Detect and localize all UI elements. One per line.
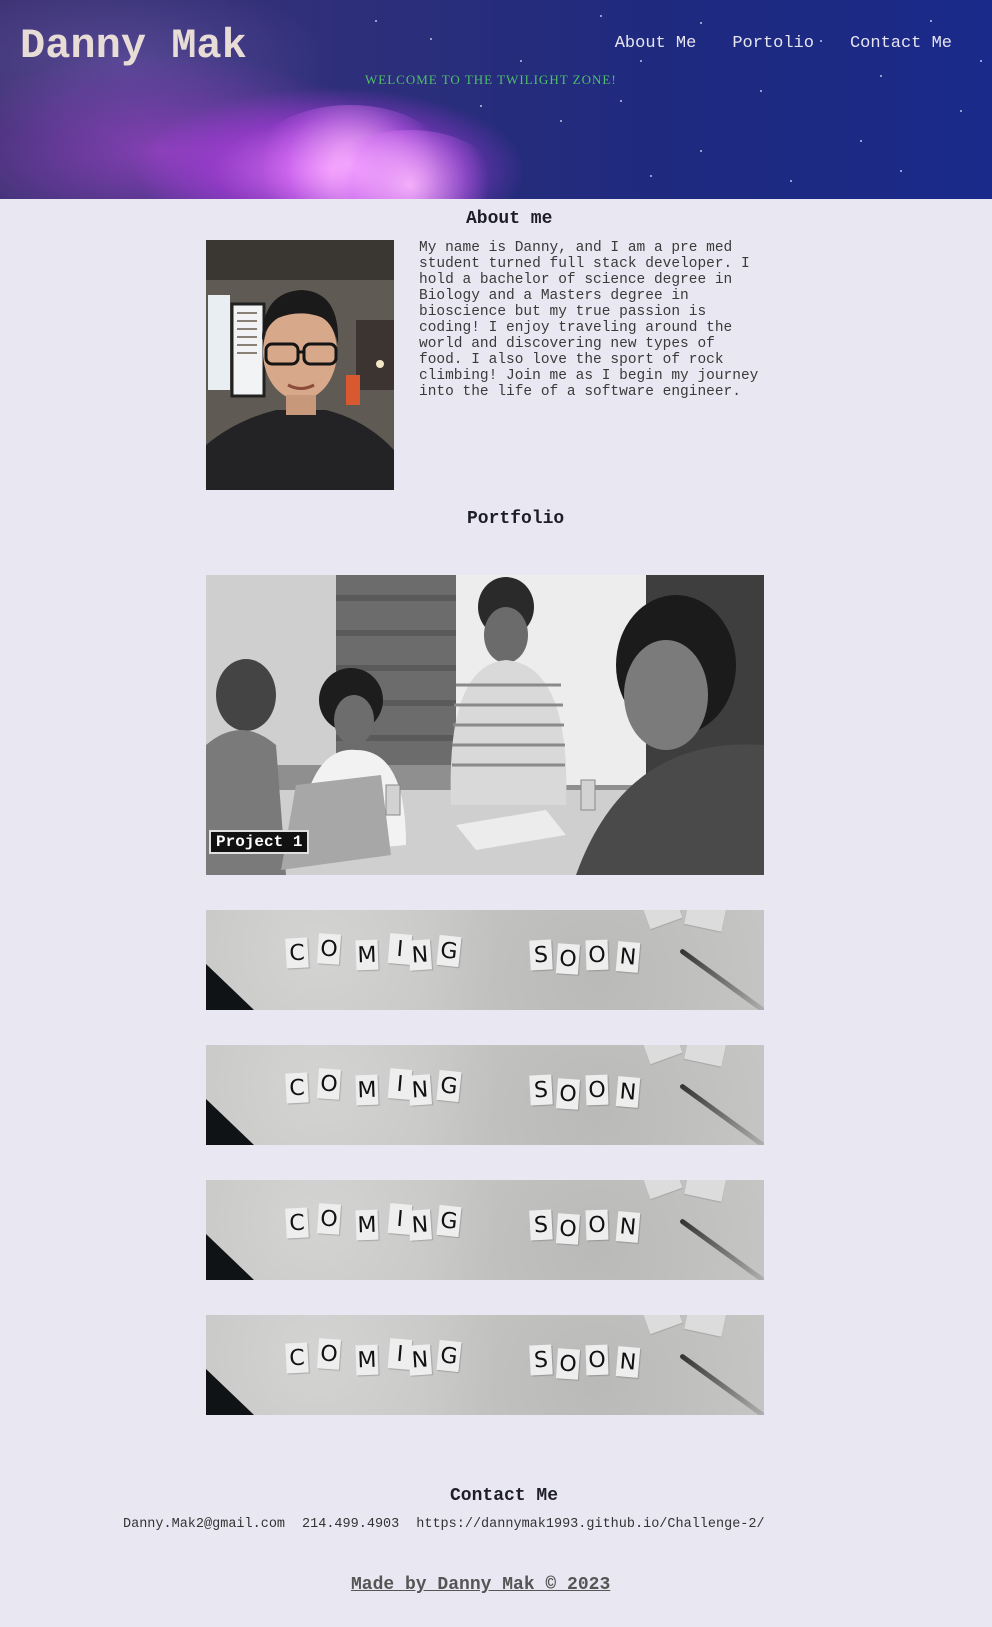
star: [980, 60, 982, 62]
nav-link-about[interactable]: About Me: [615, 34, 697, 53]
book-corner: [206, 964, 254, 1010]
project-1-card[interactable]: Project 1: [206, 575, 764, 875]
letter-tile: O: [585, 1344, 609, 1376]
paper-scrap: [684, 1045, 726, 1067]
book-corner: [206, 1099, 254, 1145]
letter-tile: G: [436, 1204, 462, 1238]
coming-soon-card-1[interactable]: COMINGSOON: [206, 910, 764, 1010]
letter-tile: C: [285, 1342, 309, 1374]
paper-scrap: [643, 1315, 683, 1335]
about-heading: About me: [466, 209, 553, 229]
star: [480, 105, 482, 107]
letter-tile: O: [555, 1348, 581, 1380]
paper-scrap: [643, 1045, 683, 1065]
letter-tile: O: [316, 1338, 342, 1370]
letter-tile: N: [407, 939, 433, 971]
site-title: Danny Mak: [20, 22, 247, 70]
scissors: [679, 1353, 764, 1415]
letter-tile: O: [316, 1068, 342, 1100]
nav-link-contact[interactable]: Contact Me: [850, 34, 952, 53]
star: [860, 140, 862, 142]
paper-scrap: [643, 910, 683, 930]
letter-tile: O: [316, 1203, 342, 1235]
letter-tile: G: [436, 1069, 462, 1103]
star: [560, 120, 562, 122]
letter-tile: S: [529, 1344, 553, 1376]
letter-tile: S: [529, 1074, 553, 1106]
paper-scrap: [684, 1180, 726, 1202]
paper-scrap: [643, 1180, 683, 1200]
letter-tile: O: [585, 939, 609, 971]
letter-tile: N: [615, 1076, 641, 1108]
contact-email[interactable]: Danny.Mak2@gmail.com: [123, 1517, 285, 1532]
letter-tile: G: [436, 934, 462, 968]
star: [600, 15, 602, 17]
star: [700, 22, 702, 24]
letter-tile: M: [355, 1344, 379, 1376]
coming-soon-card-4[interactable]: COMINGSOON: [206, 1315, 764, 1415]
tagline: WELCOME TO THE TWILIGHT ZONE!: [365, 72, 617, 87]
contact-heading: Contact Me: [450, 1486, 559, 1506]
site-header: Danny Mak About Me Portolio Contact Me W…: [0, 0, 992, 199]
star: [700, 150, 702, 152]
letter-tile: M: [355, 1074, 379, 1106]
letter-tile: O: [555, 943, 581, 975]
scissors: [679, 1218, 764, 1280]
star: [375, 20, 377, 22]
coming-soon-card-3[interactable]: COMINGSOON: [206, 1180, 764, 1280]
contact-phone[interactable]: 214.499.4903: [302, 1517, 399, 1532]
letter-tile: M: [355, 1209, 379, 1241]
paper-scrap: [684, 1315, 726, 1337]
letter-tile: C: [285, 937, 309, 969]
scissors: [679, 1083, 764, 1145]
nav-link-portfolio[interactable]: Portolio: [732, 34, 814, 53]
main-nav: About Me Portolio Contact Me: [615, 34, 952, 53]
star: [880, 75, 882, 77]
letter-tile: C: [285, 1072, 309, 1104]
star: [640, 60, 642, 62]
letter-tile: N: [407, 1209, 433, 1241]
star: [960, 110, 962, 112]
star: [620, 100, 622, 102]
scissors: [679, 948, 764, 1010]
letter-tile: O: [585, 1074, 609, 1106]
book-corner: [206, 1369, 254, 1415]
letter-tile: S: [529, 939, 553, 971]
star: [520, 60, 522, 62]
contact-details: Danny.Mak2@gmail.com 214.499.4903 https:…: [123, 1517, 765, 1532]
project-1-label[interactable]: Project 1: [209, 830, 310, 854]
star: [900, 170, 902, 172]
letter-tile: N: [615, 1211, 641, 1243]
letter-tile: O: [555, 1078, 581, 1110]
letter-tile: N: [407, 1344, 433, 1376]
letter-tile: N: [615, 941, 641, 973]
letter-tile: O: [316, 933, 342, 965]
book-corner: [206, 1234, 254, 1280]
footer-credit: Made by Danny Mak © 2023: [351, 1575, 611, 1595]
paper-scrap: [684, 910, 726, 932]
letter-tile: N: [407, 1074, 433, 1106]
contact-url[interactable]: https://dannymak1993.github.io/Challenge…: [416, 1517, 764, 1532]
letter-tile: C: [285, 1207, 309, 1239]
coming-soon-card-2[interactable]: COMINGSOON: [206, 1045, 764, 1145]
star: [650, 175, 652, 177]
letter-tile: S: [529, 1209, 553, 1241]
portfolio-heading: Portfolio: [467, 509, 565, 529]
star: [930, 20, 932, 22]
letter-tile: G: [436, 1339, 462, 1373]
letter-tile: O: [585, 1209, 609, 1241]
star: [790, 180, 792, 182]
profile-photo: [206, 240, 394, 490]
letter-tile: O: [555, 1213, 581, 1245]
star: [760, 90, 762, 92]
letter-tile: M: [355, 939, 379, 971]
about-paragraph: My name is Danny, and I am a pre med stu…: [419, 240, 759, 400]
letter-tile: N: [615, 1346, 641, 1378]
star: [430, 38, 432, 40]
